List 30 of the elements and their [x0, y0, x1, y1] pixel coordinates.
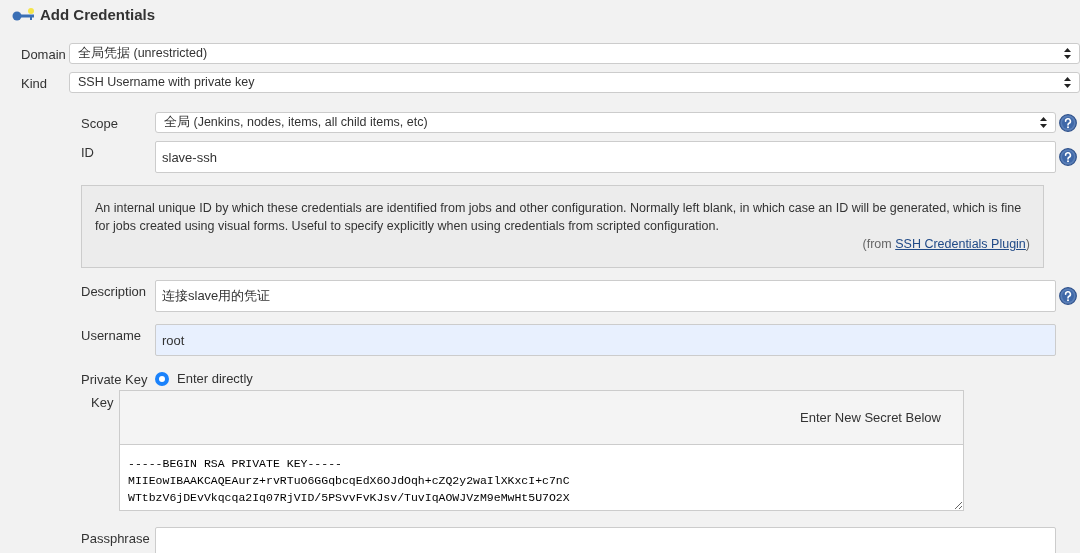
field-label: Key [91, 393, 115, 412]
dialog-title: Add Credentials [40, 5, 156, 25]
help-icon[interactable] [1059, 148, 1077, 166]
select-field[interactable]: 全局 (Jenkins, nodes, items, all child items, etc) [155, 111, 1056, 133]
key-icon [12, 8, 36, 23]
plugin-link[interactable]: SSH Credentials Plugin [895, 237, 1026, 251]
select-field[interactable]: SSH Username with private key [69, 72, 1080, 93]
key-textarea[interactable]: -----BEGIN RSA PRIVATE KEY----- MIIEowIBAAKCAQEAurz+rvRTuO6GGqbcqEdX6OJdOqh+cZQ2y2waIlXKxcI+c7nC WTtbzV6jDEvVkqcqa2Iq07RjVID/5PSvvFvKJsv/TuvIqAOWJVzM9eMwHt5U7O2X [120, 444, 963, 510]
field-label: Private Key [81, 371, 149, 389]
field-label: Scope [81, 114, 119, 133]
help-text: An internal unique ID by which these credentials are identified from jobs and other configuration. Normally left blank, in which case an ID will be generated, which is fine for jobs created using visual forms. Useful to specify explicitly when using credentials from scripted configuration. [95, 200, 1023, 235]
select-field[interactable]: 全局凭据 (unrestricted) [69, 42, 1080, 64]
radio-option[interactable]: Enter directly [155, 368, 253, 390]
secret-note: Enter New Secret Below [799, 408, 942, 427]
plugin-source: (from SSH Credentials Plugin) [861, 236, 1030, 253]
text-field[interactable] [155, 527, 1056, 553]
field-label: Description [81, 283, 148, 301]
text-field[interactable]: root [155, 324, 1056, 356]
field-label: Kind [21, 75, 49, 93]
select-arrows-icon [1064, 77, 1071, 88]
text-field[interactable]: 连接slave用的凭证 [155, 280, 1056, 312]
field-label: Domain [21, 45, 67, 64]
field-label: Passphrase [81, 530, 151, 548]
select-arrows-icon [1064, 47, 1071, 59]
text-field[interactable]: slave-ssh [155, 141, 1056, 173]
select-arrows-icon [1040, 116, 1047, 128]
help-icon[interactable] [1059, 113, 1077, 132]
field-label: ID [81, 144, 95, 162]
field-label: Username [81, 327, 142, 345]
help-icon[interactable] [1059, 287, 1077, 305]
